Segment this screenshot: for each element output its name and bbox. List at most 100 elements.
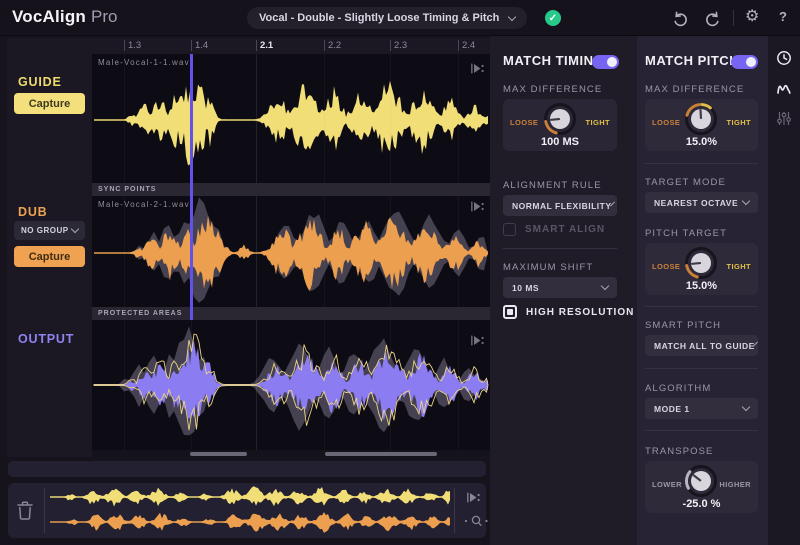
protected-areas-label: PROTECTED AREAS [98, 310, 183, 317]
output-waveform[interactable] [92, 320, 490, 450]
trash-icon[interactable] [16, 500, 34, 521]
pitch-target-card: LOOSE TIGHT 15.0% [645, 243, 758, 295]
higher-label: HIGHER [719, 480, 751, 489]
target-mode-dropdown[interactable]: NEAREST OCTAVE [645, 192, 758, 213]
zoom-control-icon[interactable] [462, 514, 490, 528]
smart-pitch-dropdown[interactable]: MATCH ALL TO GUIDE [645, 335, 758, 356]
smart-pitch-label: SMART PITCH [645, 320, 722, 331]
sync-points-strip[interactable]: SYNC POINTS [92, 183, 490, 196]
timing-max-difference-label: MAX DIFFERENCE [503, 84, 603, 95]
overview-waveforms[interactable] [48, 486, 452, 535]
dub-group-value: NO GROUP [21, 226, 69, 235]
smart-align-checkbox[interactable] [503, 223, 516, 236]
track-sidebar: GUIDE Capture DUB NO GROUP Capture OUTPU… [7, 38, 92, 457]
target-mode-value: NEAREST OCTAVE [654, 197, 739, 208]
preset-dropdown[interactable]: Vocal - Double - Slightly Loose Timing &… [247, 7, 527, 29]
output-autoscroll-icon[interactable] [470, 334, 485, 347]
high-resolution-row: HIGH RESOLUTION [503, 305, 634, 319]
horizontal-scrollbar[interactable] [92, 450, 490, 457]
pitch-max-difference-knob[interactable] [683, 101, 719, 137]
settings-sliders-icon[interactable] [776, 110, 792, 127]
chevron-down-icon [70, 224, 80, 234]
pitch-max-difference-label: MAX DIFFERENCE [645, 84, 745, 95]
tight-label: TIGHT [726, 262, 751, 271]
scrollbar-thumb[interactable] [325, 451, 437, 456]
ruler-tick: 1.3 [124, 40, 141, 51]
lower-label: LOWER [652, 480, 682, 489]
chevron-down-icon [507, 12, 517, 21]
output-track-label: OUTPUT [18, 332, 75, 346]
ruler-tick: 1.4 [191, 40, 208, 51]
alignment-rule-label: ALIGNMENT RULE [503, 180, 602, 191]
transpose-label: TRANSPOSE [645, 446, 714, 457]
algorithm-label: ALGORITHM [645, 383, 712, 394]
algorithm-value: MODE 1 [654, 403, 690, 414]
match-timing-toggle[interactable] [592, 55, 619, 69]
transpose-card: LOWER HIGHER -25.0 % [645, 461, 758, 513]
playhead[interactable] [190, 54, 193, 320]
app-name-bold: VocAlign [12, 7, 87, 26]
pitch-trace-icon[interactable] [776, 80, 792, 96]
ruler-tick: 2.1 [256, 40, 273, 51]
undo-icon[interactable] [672, 10, 689, 27]
ruler-tick: 2.4 [458, 40, 475, 51]
help-icon[interactable]: ? [779, 9, 787, 24]
timing-max-difference-value: 100 MS [541, 136, 579, 148]
loose-label: LOOSE [652, 118, 681, 127]
pitch-max-difference-value: 15.0% [685, 136, 718, 148]
chevron-down-icon [741, 196, 751, 206]
match-pitch-toggle[interactable] [731, 55, 758, 69]
dub-capture-button[interactable]: Capture [14, 246, 85, 267]
sync-points-label: SYNC POINTS [98, 186, 157, 193]
scrollbar-thumb[interactable] [190, 451, 247, 456]
dub-autoscroll-icon[interactable] [470, 200, 485, 213]
dub-waveform-lane[interactable]: Male-Vocal-2-1.wav [92, 196, 490, 307]
smart-align-row: SMART ALIGN [503, 223, 605, 236]
dub-group-dropdown[interactable]: NO GROUP [14, 221, 85, 240]
guide-autoscroll-icon[interactable] [470, 62, 485, 75]
settings-gear-icon[interactable]: ⚙ [745, 7, 759, 27]
redo-icon[interactable] [704, 10, 721, 27]
view-rail [768, 36, 800, 545]
pitch-max-difference-card: LOOSE TIGHT 15.0% [645, 99, 758, 151]
smart-pitch-value: MATCH ALL TO GUIDE [654, 340, 755, 351]
algorithm-dropdown[interactable]: MODE 1 [645, 398, 758, 419]
alignment-rule-dropdown[interactable]: NORMAL FLEXIBILITY [503, 195, 617, 216]
tight-label: TIGHT [726, 118, 751, 127]
match-timing-title: MATCH TIMING [503, 53, 605, 68]
target-mode-label: TARGET MODE [645, 177, 726, 188]
protected-areas-strip[interactable]: PROTECTED AREAS [92, 307, 490, 320]
guide-track-label: GUIDE [18, 75, 62, 89]
timing-max-difference-card: LOOSE TIGHT 100 MS [503, 99, 617, 151]
overview-autoscroll-icon[interactable] [466, 491, 481, 504]
chevron-down-icon [600, 281, 610, 291]
alignment-rule-value: NORMAL FLEXIBILITY [512, 200, 612, 211]
guide-waveform[interactable] [92, 54, 490, 183]
output-waveform-lane[interactable] [92, 320, 490, 450]
high-resolution-checkbox[interactable] [503, 305, 517, 319]
toolbar-divider [733, 10, 734, 26]
timeline-ruler[interactable]: 1.3 1.4 2.1 2.2 2.3 2.4 [92, 38, 490, 54]
history-clock-icon[interactable] [776, 50, 792, 66]
transpose-knob[interactable] [683, 463, 719, 499]
pitch-target-knob[interactable] [683, 245, 719, 281]
guide-capture-button[interactable]: Capture [14, 93, 85, 114]
match-pitch-title: MATCH PITCH [645, 53, 740, 68]
smart-align-label: SMART ALIGN [525, 224, 606, 235]
section-divider [645, 163, 758, 164]
section-divider [645, 368, 758, 369]
dub-waveform[interactable] [92, 196, 490, 307]
preset-saved-check-icon: ✓ [545, 10, 561, 26]
ruler-tick: 2.3 [390, 40, 407, 51]
transpose-value: -25.0 % [682, 498, 721, 510]
top-bar: VocAlign Pro Vocal - Double - Slightly Lo… [0, 0, 800, 36]
pitch-target-value: 15.0% [685, 280, 718, 292]
app-name-light: Pro [91, 7, 118, 26]
section-divider [503, 248, 617, 249]
high-resolution-label: HIGH RESOLUTION [526, 306, 635, 318]
guide-waveform-lane[interactable]: Male-Vocal-1-1.wav [92, 54, 490, 183]
timing-max-difference-knob[interactable] [542, 101, 578, 137]
chevron-down-icon [741, 402, 751, 412]
vocalign-window: VocAlign Pro Vocal - Double - Slightly Lo… [0, 0, 800, 545]
maximum-shift-dropdown[interactable]: 10 MS [503, 277, 617, 298]
